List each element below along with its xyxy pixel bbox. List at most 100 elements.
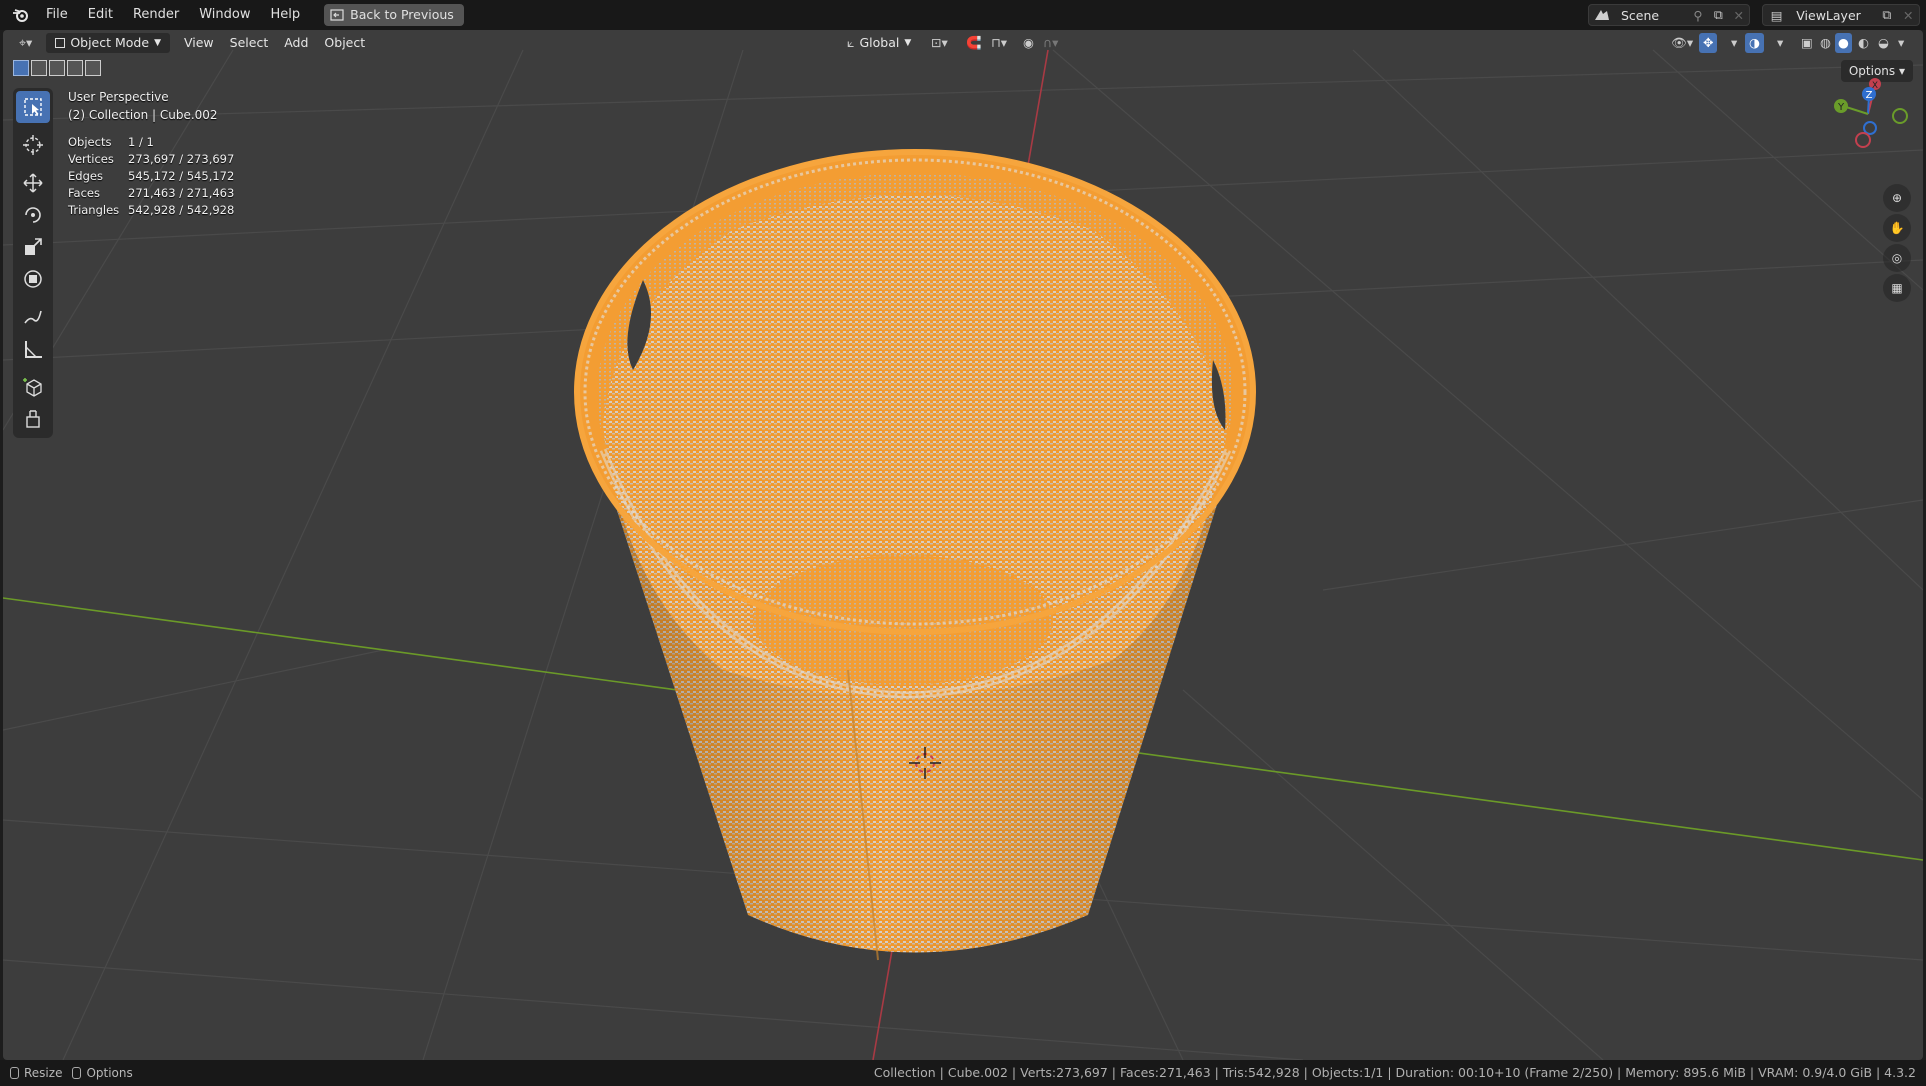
menu-view[interactable]: View <box>176 33 222 53</box>
menu-render[interactable]: Render <box>123 4 189 26</box>
status-info: Collection | Cube.002 | Verts:273,697 | … <box>873 1065 1916 1080</box>
menu-add[interactable]: Add <box>276 33 316 53</box>
overlays-toggle[interactable]: ◑ <box>1745 33 1764 53</box>
basket-mesh[interactable] <box>574 149 1256 961</box>
navigation-gizmo[interactable]: X Z Y <box>1823 74 1913 154</box>
extrude-tool[interactable] <box>16 403 50 435</box>
pan-button[interactable]: ✋ <box>1883 214 1911 242</box>
gizmo-neg-y-axis[interactable] <box>1892 108 1908 124</box>
wireframe-shading-button[interactable]: ◍ <box>1817 33 1834 53</box>
shading-dropdown[interactable]: ▾ <box>1895 33 1907 53</box>
status-bar: Resize Options Collection | Cube.002 | V… <box>0 1060 1926 1086</box>
stat-label: Objects <box>68 135 112 149</box>
pivot-point-button[interactable]: ⊡▾ <box>923 33 956 53</box>
stat-row: Triangles 542,928 / 542,928 <box>68 202 234 219</box>
solid-shading-button[interactable]: ● <box>1835 33 1852 53</box>
stat-row: Faces 271,463 / 271,463 <box>68 185 234 202</box>
delete-scene-icon[interactable]: ✕ <box>1729 5 1749 25</box>
editor-type-button[interactable]: ⌖▾ <box>11 33 40 53</box>
rotate-icon <box>25 207 41 223</box>
transform-tool[interactable] <box>16 263 50 295</box>
annotate-icon <box>24 310 42 324</box>
rotate-tool[interactable] <box>16 199 50 231</box>
select-subtract-icon[interactable] <box>49 60 65 76</box>
menu-window[interactable]: Window <box>189 4 260 26</box>
visibility-button[interactable]: 👁▾ <box>1663 33 1701 53</box>
blender-logo-icon[interactable] <box>10 5 32 25</box>
view-layer-name[interactable]: ViewLayer <box>1796 8 1876 23</box>
status-options-hint: Options <box>72 1066 133 1080</box>
annotate-tool[interactable] <box>16 301 50 333</box>
back-to-previous-button[interactable]: Back to Previous <box>324 4 464 26</box>
chevron-down-icon: ▼ <box>904 38 912 48</box>
menu-select[interactable]: Select <box>222 33 277 53</box>
perspective-label: User Perspective <box>68 90 169 104</box>
scale-tool[interactable] <box>16 231 50 263</box>
3d-viewport[interactable]: ⌖▾ Object Mode ▼ View Select Add Object … <box>3 30 1923 1060</box>
menu-edit[interactable]: Edit <box>78 4 123 26</box>
mouse-right-icon <box>72 1067 82 1079</box>
gizmo-dropdown[interactable]: ▾ <box>1723 33 1745 53</box>
pin-icon[interactable]: ⚲ <box>1688 5 1708 25</box>
select-box-tool[interactable] <box>16 91 50 123</box>
rendered-shading-button[interactable]: ◒ <box>1875 33 1892 53</box>
top-bar: File Edit Render Window Help Back to Pre… <box>0 0 1926 30</box>
stat-value: 545,172 / 545,172 <box>128 169 235 183</box>
gizmo-z-label: Z <box>1866 90 1873 101</box>
snap-target-button[interactable]: ⊓▾ <box>983 33 1015 53</box>
stat-value: 542,928 / 542,928 <box>128 203 235 217</box>
select-box-icon <box>24 98 42 116</box>
menu-help[interactable]: Help <box>261 4 311 26</box>
ortho-toggle-button[interactable]: ▦ <box>1883 274 1911 302</box>
gizmo-neg-z-axis[interactable] <box>1863 121 1877 135</box>
transform-orientation-dropdown[interactable]: ⟀ Global ▼ <box>839 33 919 53</box>
viewport-scene[interactable] <box>3 30 1923 1060</box>
options-hint-label: Options <box>86 1066 133 1080</box>
move-icon <box>23 173 43 193</box>
scene-statistics: Objects 1 / 1 Vertices 273,697 / 273,697 E… <box>68 134 234 219</box>
proportional-falloff-button[interactable]: ∩▾ <box>1035 33 1066 53</box>
view-layer-icon: ▤ <box>1770 7 1783 23</box>
material-shading-button[interactable]: ◐ <box>1855 33 1872 53</box>
chevron-down-icon: ▼ <box>154 38 161 48</box>
viewport-header: ⌖▾ Object Mode ▼ View Select Add Object … <box>3 30 1923 56</box>
menu-object[interactable]: Object <box>316 33 373 53</box>
new-view-layer-icon[interactable]: ⧉ <box>1876 5 1897 25</box>
select-extend-icon[interactable] <box>31 60 47 76</box>
move-tool[interactable] <box>16 167 50 199</box>
mode-dropdown[interactable]: Object Mode ▼ <box>46 33 170 53</box>
stat-label: Faces <box>68 186 100 200</box>
viewport-info: User Perspective (2) Collection | Cube.0… <box>68 88 218 124</box>
select-intersect-icon[interactable] <box>85 60 101 76</box>
add-cube-tool[interactable] <box>16 371 50 403</box>
tool-shelf <box>13 88 53 438</box>
view-layer-selector[interactable]: ▤ ViewLayer ⧉ ✕ <box>1762 4 1920 26</box>
back-to-previous-label: Back to Previous <box>350 7 454 22</box>
menu-file[interactable]: File <box>36 4 78 26</box>
back-icon <box>330 9 344 21</box>
scale-icon <box>25 238 42 255</box>
object-mode-icon <box>55 38 66 48</box>
orientation-label: Global <box>859 35 900 50</box>
cursor-icon <box>23 135 43 155</box>
overlays-dropdown[interactable]: ▾ <box>1769 33 1791 53</box>
select-new-icon[interactable] <box>13 60 29 76</box>
camera-view-button[interactable]: ◎ <box>1883 244 1911 272</box>
camera-icon: ◎ <box>1891 251 1903 265</box>
new-scene-icon[interactable]: ⧉ <box>1708 5 1728 25</box>
mode-label: Object Mode <box>70 35 150 50</box>
gizmo-neg-x-axis[interactable] <box>1855 132 1871 148</box>
scene-selector[interactable]: Scene ⚲ ⧉ ✕ <box>1588 4 1750 26</box>
gizmo-toggle[interactable]: ✥ <box>1699 33 1718 53</box>
gizmo-y-label: Y <box>1837 102 1845 113</box>
cursor-tool[interactable] <box>16 129 50 161</box>
measure-tool[interactable] <box>16 333 50 365</box>
stat-row: Edges 545,172 / 545,172 <box>68 168 234 185</box>
delete-view-layer-icon[interactable]: ✕ <box>1898 5 1919 25</box>
select-mode-buttons <box>13 60 101 76</box>
select-invert-icon[interactable] <box>67 60 83 76</box>
collection-label: (2) Collection | Cube.002 <box>68 108 218 122</box>
scene-name[interactable]: Scene <box>1621 8 1688 23</box>
stat-label: Triangles <box>68 203 120 217</box>
zoom-button[interactable]: ⊕ <box>1883 184 1911 212</box>
